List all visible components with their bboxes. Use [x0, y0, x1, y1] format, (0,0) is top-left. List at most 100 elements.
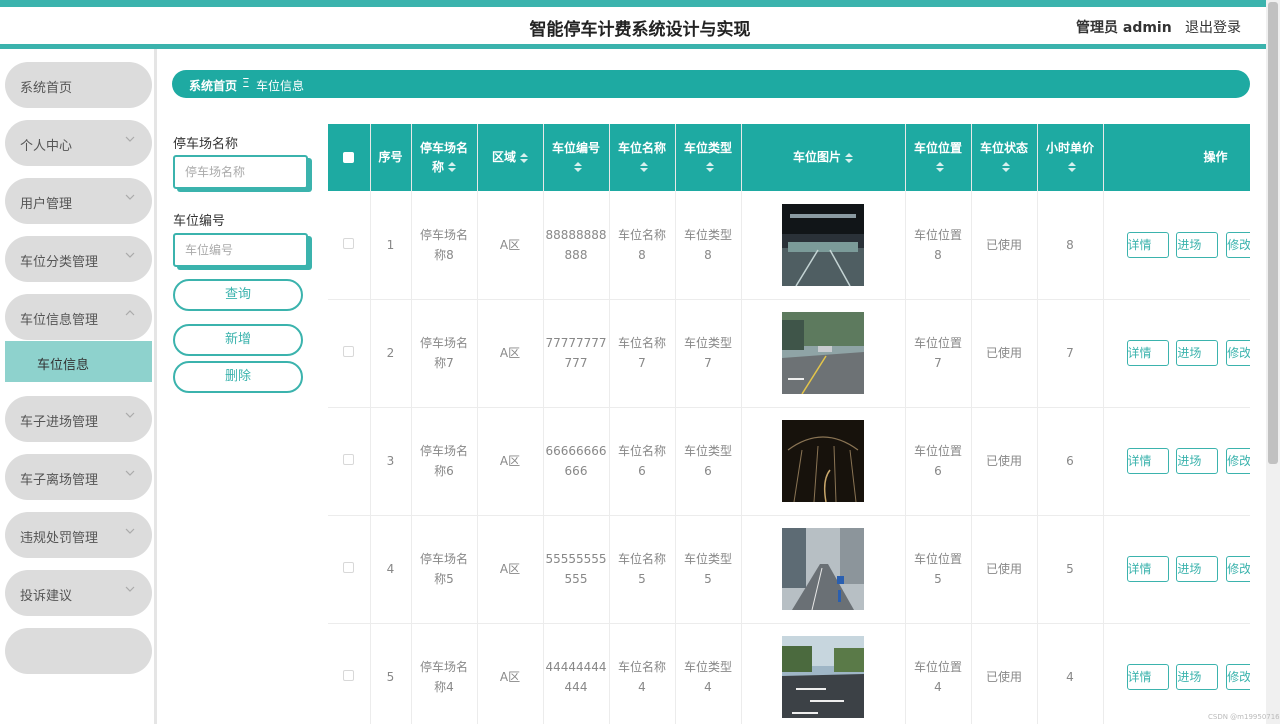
enter-button[interactable]: 进场 [1176, 448, 1219, 474]
cell-select [328, 515, 371, 624]
detail-button[interactable]: 详情 [1126, 231, 1169, 258]
row-checkbox[interactable] [343, 454, 355, 465]
parking-photo[interactable] [782, 528, 864, 610]
sort-icon[interactable] [1002, 162, 1010, 172]
scrollbar-thumb[interactable] [1268, 2, 1278, 464]
cell-image [741, 407, 906, 516]
header-name-label: 车位名称 [617, 140, 666, 155]
header-position[interactable]: 车位位置 [905, 124, 972, 191]
delete-button[interactable]: 删除 [173, 361, 303, 393]
cell-code-a: 77777777 [545, 336, 607, 350]
detail-button[interactable]: 详情 [1126, 448, 1169, 474]
select-all-checkbox[interactable] [343, 152, 355, 163]
sort-icon[interactable] [574, 162, 582, 172]
cell-position: 车位位置 7 [905, 299, 972, 408]
sidebar-item-car-entry[interactable]: 车子进场管理 [5, 396, 152, 442]
sort-icon[interactable] [640, 162, 648, 172]
parking-photo[interactable] [782, 636, 864, 718]
breadcrumb: 系统首页 Ξ 车位信息 [172, 70, 1250, 98]
cell-status: 已使用 [971, 407, 1038, 516]
sort-icon[interactable] [936, 162, 944, 172]
sidebar-item-car-exit[interactable]: 车子离场管理 [5, 454, 152, 500]
enter-button[interactable]: 进场 [1176, 231, 1219, 258]
cell-pos-b: 4 [934, 680, 942, 694]
cell-area: A区 [477, 623, 544, 724]
cell-type: 车位类型 6 [675, 407, 742, 516]
header-image-label: 车位图片 [792, 150, 841, 164]
cell-pos-a: 车位位置 [913, 227, 962, 242]
sidebar-item-complaints[interactable]: 投诉建议 [5, 570, 152, 616]
parking-photo[interactable] [782, 203, 864, 286]
sort-icon[interactable] [706, 162, 714, 172]
cell-price: 6 [1037, 407, 1104, 516]
cell-name-a: 车位名称 [617, 227, 666, 242]
top-header: 智能停车计费系统设计与实现 管理员 admin 退出登录 [0, 0, 1280, 49]
sidebar-item-space-info[interactable]: 车位信息管理 [5, 294, 152, 340]
add-button[interactable]: 新增 [173, 324, 303, 356]
detail-button[interactable]: 详情 [1126, 340, 1169, 366]
row-checkbox[interactable] [343, 237, 355, 249]
enter-button[interactable]: 进场 [1176, 556, 1219, 582]
query-button[interactable]: 查询 [173, 279, 303, 311]
table-row: 2 停车场名 称7 A区 77777777 777 车位名称 7 车位类型 7 车位位置… [328, 299, 1250, 408]
header-image[interactable]: 车位图片 [741, 124, 906, 191]
sidebar-item-label: 系统首页 [20, 81, 73, 96]
edit-button[interactable]: 修改 [1226, 664, 1250, 690]
chevron-down-icon [125, 136, 135, 142]
cell-code-a: 66666666 [545, 444, 607, 458]
sidebar-item-label: 个人中心 [20, 139, 73, 154]
breadcrumb-home[interactable]: 系统首页 [189, 77, 237, 94]
header-area[interactable]: 区域 [477, 124, 544, 191]
header-price[interactable]: 小时单价 [1037, 124, 1104, 191]
cell-status: 已使用 [971, 299, 1038, 408]
cell-type-b: 4 [704, 680, 712, 694]
row-checkbox[interactable] [343, 562, 355, 573]
sidebar-item-label: 投诉建议 [20, 589, 73, 604]
header-name[interactable]: 车位名称 [609, 124, 676, 191]
cell-position: 车位位置 8 [905, 191, 972, 300]
sidebar-item-space-category[interactable]: 车位分类管理 [5, 236, 152, 282]
sort-icon[interactable] [448, 162, 456, 172]
cell-code: 55555555 555 [543, 515, 610, 624]
enter-button[interactable]: 进场 [1176, 340, 1219, 366]
cell-select [328, 623, 371, 724]
cell-type-a: 车位类型 [683, 444, 732, 458]
cell-name: 车位名称 4 [609, 623, 676, 724]
edit-button[interactable]: 修改 [1226, 556, 1250, 582]
enter-button[interactable]: 进场 [1176, 664, 1219, 690]
sort-icon[interactable] [845, 152, 853, 163]
header-type[interactable]: 车位类型 [675, 124, 742, 191]
chevron-up-icon [125, 310, 135, 316]
sidebar-item-home[interactable]: 系统首页 [5, 62, 152, 108]
space-code-input[interactable] [173, 233, 308, 267]
row-checkbox[interactable] [343, 346, 355, 357]
edit-button[interactable]: 修改 [1226, 448, 1250, 474]
page-scrollbar[interactable] [1266, 0, 1280, 724]
sidebar-item-violations[interactable]: 违规处罚管理 [5, 512, 152, 558]
cell-code-b: 777 [564, 356, 588, 370]
detail-button[interactable]: 详情 [1126, 664, 1169, 690]
lot-name-input[interactable] [173, 155, 308, 189]
sort-icon[interactable] [1068, 162, 1076, 172]
sidebar-subitem-space-info[interactable]: 车位信息 [5, 341, 152, 382]
header-code[interactable]: 车位编号 [543, 124, 610, 191]
header-lot-name[interactable]: 停车场名称 [411, 124, 478, 191]
row-checkbox[interactable] [343, 670, 355, 681]
cell-image [741, 299, 906, 408]
cell-pos-b: 7 [934, 356, 942, 370]
header-select-all[interactable] [328, 124, 371, 191]
edit-button[interactable]: 修改 [1226, 231, 1250, 258]
parking-photo[interactable] [782, 312, 864, 394]
edit-button[interactable]: 修改 [1226, 340, 1250, 366]
sidebar-item-label: 车位信息管理 [20, 313, 99, 328]
detail-button[interactable]: 详情 [1126, 556, 1169, 582]
cell-price: 5 [1037, 515, 1104, 624]
sort-icon[interactable] [520, 152, 528, 163]
sidebar-item-more[interactable] [5, 628, 152, 674]
sidebar-item-personal[interactable]: 个人中心 [5, 120, 152, 166]
sidebar-item-users[interactable]: 用户管理 [5, 178, 152, 224]
header-status[interactable]: 车位状态 [971, 124, 1038, 191]
cell-name-a: 车位名称 [617, 552, 666, 566]
logout-link[interactable]: 退出登录 [1185, 17, 1241, 37]
parking-photo[interactable] [782, 420, 864, 502]
